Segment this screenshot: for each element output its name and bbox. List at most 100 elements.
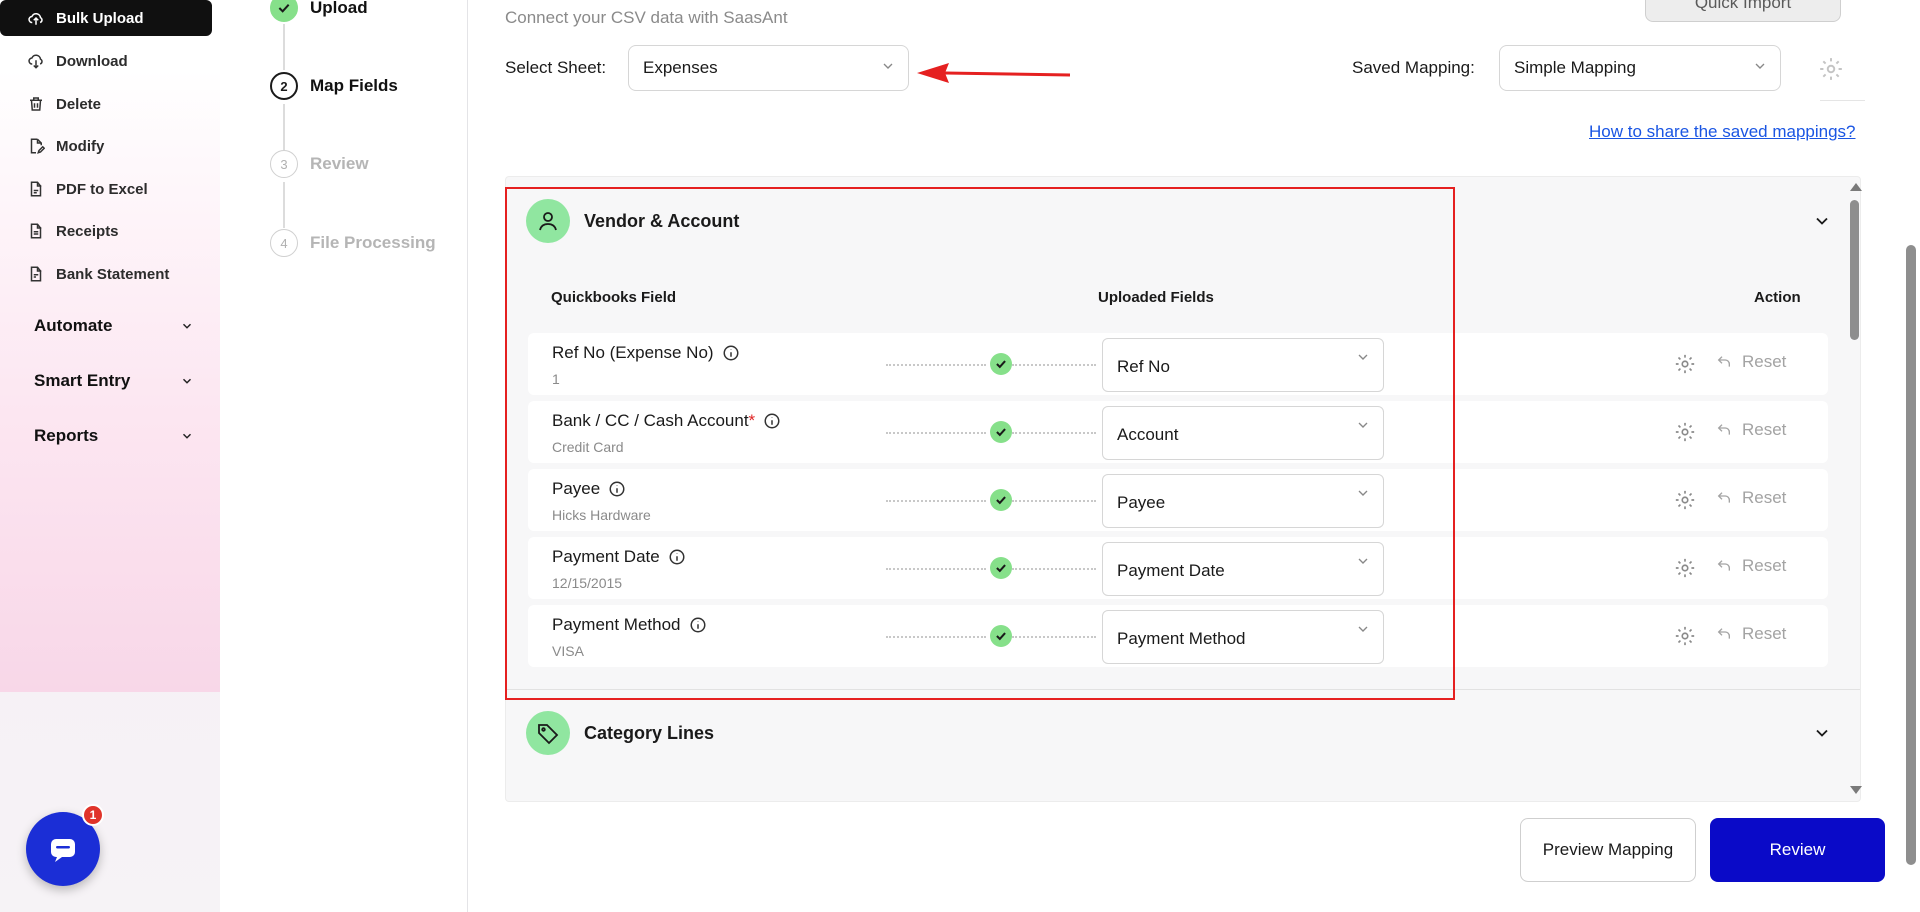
connector-dots xyxy=(886,636,986,638)
scroll-down-arrow[interactable] xyxy=(1850,786,1862,794)
undo-icon xyxy=(1717,424,1730,435)
table-row: Ref No (Expense No) 1 Ref No Reset xyxy=(528,333,1828,395)
chevron-down-icon xyxy=(1358,558,1368,564)
select-sheet-dropdown[interactable]: Expenses xyxy=(628,45,909,91)
field-name: Ref No (Expense No) xyxy=(552,343,740,363)
field-label: Payment Method xyxy=(552,615,681,634)
field-name: Payment Method xyxy=(552,615,707,635)
pdf-file-icon xyxy=(26,179,46,199)
connector-dots xyxy=(1012,432,1096,434)
reset-button[interactable]: Reset xyxy=(1716,556,1786,576)
gear-icon[interactable] xyxy=(1674,625,1696,647)
chevron-down-icon xyxy=(182,378,192,384)
scroll-up-arrow[interactable] xyxy=(1850,183,1862,191)
sidebar-item-delete[interactable]: Delete xyxy=(0,86,212,122)
reset-button[interactable]: Reset xyxy=(1716,420,1786,440)
sidebar-item-download[interactable]: Download xyxy=(0,43,212,79)
column-header-quickbooks: Quickbooks Field xyxy=(551,289,677,306)
field-name: Payment Date xyxy=(552,547,686,567)
chevron-down-icon xyxy=(1358,626,1368,632)
saved-mapping-label: Saved Mapping: xyxy=(1352,58,1475,77)
reset-label: Reset xyxy=(1742,352,1787,371)
gear-icon[interactable] xyxy=(1674,353,1696,375)
table-row: Payment Date 12/15/2015 Payment Date Res… xyxy=(528,537,1828,599)
step-number: 3 xyxy=(270,150,298,178)
check-circle-icon xyxy=(990,489,1012,511)
info-icon[interactable] xyxy=(608,480,626,498)
section-header-category[interactable]: Category Lines xyxy=(526,711,714,755)
reset-label: Reset xyxy=(1742,624,1787,643)
step-upload[interactable]: Upload xyxy=(270,0,368,22)
uploaded-field-select[interactable]: Ref No xyxy=(1102,338,1384,392)
saved-mapping-dropdown[interactable]: Simple Mapping xyxy=(1499,45,1781,91)
panel-scrollbar[interactable] xyxy=(1850,200,1859,340)
preview-mapping-button[interactable]: Preview Mapping xyxy=(1520,818,1696,882)
sidebar-item-bank-statement[interactable]: Bank Statement xyxy=(0,256,212,292)
check-circle-icon xyxy=(990,557,1012,579)
field-label: Ref No (Expense No) xyxy=(552,343,714,362)
download-cloud-icon xyxy=(26,51,46,71)
sidebar-item-label: Delete xyxy=(56,95,102,113)
info-icon[interactable] xyxy=(722,344,740,362)
page-subtitle: Connect your CSV data with SaasAnt xyxy=(505,8,788,27)
step-review[interactable]: 3 Review xyxy=(270,150,369,178)
reset-button[interactable]: Reset xyxy=(1716,488,1786,508)
sidebar-group-smart-entry[interactable]: Smart Entry xyxy=(34,371,194,391)
sample-value: 12/15/2015 xyxy=(552,575,623,591)
info-icon[interactable] xyxy=(689,616,707,634)
reset-button[interactable]: Reset xyxy=(1716,352,1786,372)
uploaded-field-select[interactable]: Payment Method xyxy=(1102,610,1384,664)
connector-dots xyxy=(886,500,986,502)
sidebar-item-modify[interactable]: Modify xyxy=(0,128,212,164)
chevron-down-icon xyxy=(1755,63,1765,69)
table-row: Payment Method VISA Payment Method Reset xyxy=(528,605,1828,667)
quick-import-button[interactable]: Quick Import xyxy=(1645,0,1841,22)
connector-dots xyxy=(886,364,986,366)
step-connector xyxy=(283,24,285,70)
share-mappings-link[interactable]: How to share the saved mappings? xyxy=(1589,122,1856,142)
chevron-down-icon xyxy=(1358,422,1368,428)
review-button[interactable]: Review xyxy=(1710,818,1885,882)
select-value: Payee xyxy=(1117,493,1166,512)
connector-dots xyxy=(1012,568,1096,570)
section-header-vendor[interactable]: Vendor & Account xyxy=(526,199,739,243)
step-number: 2 xyxy=(270,72,298,100)
user-icon xyxy=(526,199,570,243)
step-file-processing[interactable]: 4 File Processing xyxy=(270,229,436,257)
uploaded-field-select[interactable]: Payment Date xyxy=(1102,542,1384,596)
table-row: Payee Hicks Hardware Payee Reset xyxy=(528,469,1828,531)
connector-dots xyxy=(1012,636,1096,638)
saved-mapping-value: Simple Mapping xyxy=(1514,58,1636,77)
sidebar-group-automate[interactable]: Automate xyxy=(34,316,194,336)
gear-icon[interactable] xyxy=(1818,56,1844,82)
connector-dots xyxy=(886,568,986,570)
edit-file-icon xyxy=(26,136,46,156)
uploaded-field-select[interactable]: Payee xyxy=(1102,474,1384,528)
step-map-fields[interactable]: 2 Map Fields xyxy=(270,72,398,100)
chevron-down-icon xyxy=(1358,354,1368,360)
gear-icon[interactable] xyxy=(1674,421,1696,443)
uploaded-field-select[interactable]: Account xyxy=(1102,406,1384,460)
gear-icon[interactable] xyxy=(1674,557,1696,579)
sidebar-item-pdf-to-excel[interactable]: PDF to Excel xyxy=(0,171,212,207)
info-icon[interactable] xyxy=(668,548,686,566)
chevron-down-icon[interactable] xyxy=(1812,723,1832,743)
step-label: Map Fields xyxy=(310,76,398,95)
connector-dots xyxy=(1012,364,1096,366)
sidebar-item-receipts[interactable]: Receipts xyxy=(0,213,212,249)
chevron-down-icon xyxy=(182,433,192,439)
connector-dots xyxy=(1012,500,1096,502)
gear-icon[interactable] xyxy=(1674,489,1696,511)
stepper: Upload 2 Map Fields 3 Review 4 File Proc… xyxy=(225,0,468,912)
sidebar-item-bulk-upload[interactable]: Bulk Upload xyxy=(0,0,212,36)
bank-file-icon xyxy=(26,264,46,284)
chevron-down-icon[interactable] xyxy=(1812,211,1832,231)
check-circle-icon xyxy=(990,421,1012,443)
select-value: Payment Date xyxy=(1117,561,1225,580)
reset-button[interactable]: Reset xyxy=(1716,624,1786,644)
info-icon[interactable] xyxy=(763,412,781,430)
required-marker: * xyxy=(748,411,756,430)
divider xyxy=(1820,100,1865,101)
sidebar-group-reports[interactable]: Reports xyxy=(34,426,194,446)
page-scrollbar[interactable] xyxy=(1906,245,1916,865)
